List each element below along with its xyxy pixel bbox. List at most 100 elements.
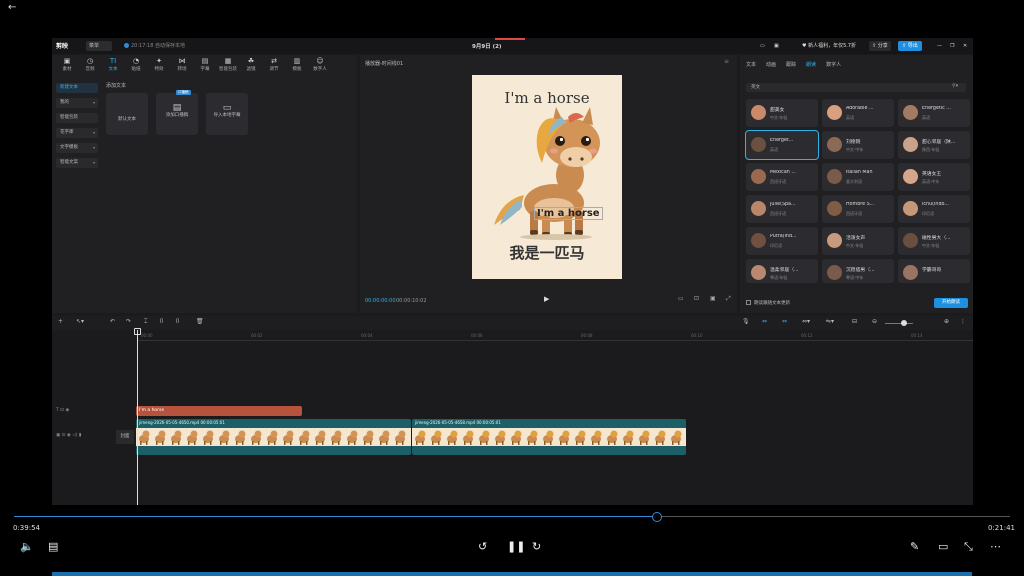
zoom-slider-knob[interactable] (901, 320, 907, 326)
promo-banner[interactable]: ♥ 新人福利，年仅5.7折 (802, 41, 856, 51)
inspector-tab-2[interactable]: 跟踪 (786, 62, 796, 68)
player-menu-icon[interactable]: ≡ (724, 58, 729, 65)
auto-snap-icon[interactable]: ⇔ (782, 318, 787, 325)
start-reading-button[interactable]: 开始朗读 (934, 298, 968, 308)
voice-card[interactable]: Adorable ... 英语 (822, 99, 894, 127)
read-follow-option[interactable]: 朗读跟随文本更新 (746, 300, 790, 306)
forward-30-icon[interactable]: ↻ (532, 540, 541, 553)
text-card-0[interactable]: 默认文本 (106, 93, 148, 135)
tool-tab-3[interactable]: ◔ 贴纸 (125, 57, 147, 75)
side-nav-item-0[interactable]: 新建文本 (56, 83, 98, 93)
voice-card[interactable]: 活泼女声 中文·年轻 (822, 227, 894, 255)
voice-card[interactable]: Ichu(Indo... 印尼语 (898, 195, 970, 223)
zoom-in-icon[interactable]: ⊕ (944, 318, 949, 325)
language-filter[interactable]: 英文 (746, 83, 966, 92)
split-icon[interactable]: ⌶ (144, 318, 148, 326)
delete-icon[interactable]: 🗑 (196, 318, 204, 325)
export-button[interactable]: ⇧ 导出 (898, 41, 922, 51)
exit-fullscreen-icon[interactable]: ⤡ (964, 540, 973, 554)
video-track-controls[interactable]: ▣ ⊡ ◉ ◁) ▮ (56, 433, 81, 438)
text-track-controls[interactable]: T ⊡ ◉ (56, 408, 69, 413)
more-options-icon[interactable]: ⋯ (990, 540, 1001, 553)
tool-tab-2[interactable]: TI 文本 (102, 57, 124, 75)
tool-tab-4[interactable]: ✦ 特效 (148, 57, 170, 75)
monitor-icon[interactable]: ▣ (774, 41, 779, 51)
zoom-out-icon[interactable]: ⊖ (872, 318, 877, 325)
voice-card[interactable]: 英语女王 英语·中年 (898, 163, 970, 191)
timeline-ruler[interactable]: 00:00 00:02 00:04 00:06 00:08 00:10 00:12 00:14 (137, 331, 973, 341)
preview-canvas[interactable]: I'm a horse I'm a horse 我是一匹马 (472, 75, 622, 279)
ratio-icon[interactable]: ▭ (678, 295, 684, 302)
timeline-more-icon[interactable]: ⋮ (960, 318, 966, 325)
fullscreen-icon[interactable]: ⤢ (726, 295, 731, 303)
voice-card[interactable]: Italian Man 意大利语 (822, 163, 894, 191)
tool-tab-8[interactable]: ☘ 滤镜 (240, 57, 262, 75)
tool-tab-11[interactable]: ☺ 数字人 (309, 57, 331, 75)
back-arrow-icon[interactable]: ← (8, 2, 16, 13)
text-clip[interactable]: I'm a horse (136, 406, 302, 416)
text-card-2[interactable]: ▭ 导入本地字幕 (206, 93, 248, 135)
voice-card[interactable]: 沉稳痞男（... 粤语·中年 (822, 259, 894, 283)
main-track-magnet-icon[interactable]: ⇔ (762, 318, 767, 325)
voice-card[interactable]: Julie(Spa... 西班牙语 (746, 195, 818, 223)
split-right-icon[interactable]: ⌷ (176, 318, 180, 326)
add-track-icon[interactable]: + (58, 318, 63, 325)
share-button[interactable]: ⇪ 分享 (869, 41, 891, 51)
voice-card[interactable]: 学霸哥哥 (898, 259, 970, 283)
layout-icon[interactable]: ▭ (760, 41, 765, 51)
zoom-fit-icon[interactable]: ⊟ (852, 318, 857, 325)
select-tool-icon[interactable]: ↖▾ (76, 318, 84, 325)
voice-card[interactable]: Energetic ... 英语 (898, 99, 970, 127)
minimize-icon[interactable]: — (937, 41, 942, 51)
side-nav-item-1[interactable]: 我的 ▾ (56, 98, 98, 108)
screenshot-icon[interactable]: ⊡ (694, 295, 699, 302)
close-icon[interactable]: ✕ (963, 41, 967, 51)
inspector-tab-1[interactable]: 动画 (766, 62, 776, 68)
text-card-1[interactable]: ▤ 添加口播稿 口播稿 (156, 90, 198, 135)
rewind-10-icon[interactable]: ↺ (478, 540, 487, 553)
volume-icon[interactable]: 🔈 (20, 540, 34, 553)
voice-card[interactable]: 磁性男大（... 中文·年轻 (898, 227, 970, 255)
voice-card[interactable]: Putra(Ind... 印尼语 (746, 227, 818, 255)
captions-icon[interactable]: ▤ (48, 540, 58, 553)
voice-card[interactable]: 甜美女 中文·年轻 (746, 99, 818, 127)
compare-icon[interactable]: ▣ (710, 295, 716, 302)
pause-icon[interactable]: ❚❚ (507, 540, 525, 553)
voice-card[interactable]: Hombre S... 西班牙语 (822, 195, 894, 223)
playhead[interactable] (137, 330, 138, 505)
tool-tab-7[interactable]: ▦ 智能包装 (217, 57, 239, 75)
undo-icon[interactable]: ↶ (110, 318, 115, 325)
media-progress-knob[interactable] (652, 512, 663, 522)
pen-icon[interactable]: ✎ (910, 540, 919, 553)
tool-tab-10[interactable]: ▥ 模板 (286, 57, 308, 75)
checkbox-icon[interactable] (746, 300, 751, 305)
inspector-tab-0[interactable]: 文本 (746, 62, 756, 68)
play-icon[interactable]: ▶ (544, 295, 549, 303)
voice-card[interactable]: Mexican ... 西班牙语 (746, 163, 818, 191)
tool-tab-9[interactable]: ⇄ 调节 (263, 57, 285, 75)
video-clip-2[interactable]: jimeng-2026-05-05-4658.mp4 00:00:05:01 (412, 419, 686, 455)
voice-card[interactable]: 甜心邻居（陕... 陕西·年轻 (898, 131, 970, 159)
filter-icon[interactable]: ⚲▾ (952, 83, 958, 89)
voice-card[interactable]: 刘德刚 中文·中年 (822, 131, 894, 159)
side-nav-item-2[interactable]: 智能包装 (56, 113, 98, 123)
zoom-slider[interactable] (885, 323, 913, 324)
menu-button[interactable]: 菜单 (86, 41, 112, 51)
tool-tab-0[interactable]: ▣ 素材 (56, 57, 78, 75)
side-nav-item-3[interactable]: 花字库 ▾ (56, 128, 98, 138)
tool-tab-5[interactable]: ⋈ 转场 (171, 57, 193, 75)
maximize-icon[interactable]: ❐ (950, 41, 954, 51)
overlay-text-box[interactable]: I'm a horse (534, 207, 603, 220)
redo-icon[interactable]: ↷ (126, 318, 131, 325)
picture-in-picture-icon[interactable]: ▭ (938, 540, 948, 553)
cover-button[interactable]: 封面 (116, 430, 134, 444)
side-nav-item-5[interactable]: 智能文案 ▾ (56, 158, 98, 168)
tool-tab-6[interactable]: ▤ 字幕 (194, 57, 216, 75)
tool-tab-1[interactable]: ◷ 音频 (79, 57, 101, 75)
side-nav-item-4[interactable]: 文字模板 ▾ (56, 143, 98, 153)
preview-axis-icon[interactable]: ⇋▾ (826, 318, 834, 325)
inspector-tab-3[interactable]: 朗读 (806, 62, 816, 68)
voice-card[interactable]: 温柔邻居（... 粤语·年轻 (746, 259, 818, 283)
split-left-icon[interactable]: ⌷ (160, 318, 164, 326)
inspector-tab-4[interactable]: 数字人 (826, 62, 841, 68)
